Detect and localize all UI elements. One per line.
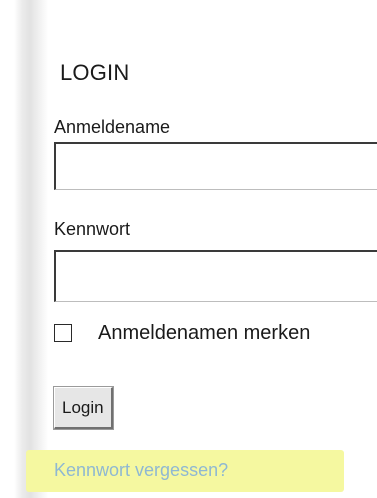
- username-input[interactable]: [54, 142, 377, 190]
- username-label: Anmeldename: [54, 117, 171, 137]
- remember-username-row[interactable]: Anmeldenamen merken: [54, 322, 377, 346]
- remember-username-checkbox[interactable]: [54, 324, 72, 342]
- password-label: Kennwort: [54, 219, 131, 239]
- password-input[interactable]: [54, 250, 377, 302]
- login-title: LOGIN: [60, 60, 130, 85]
- login-page: LOGIN Anmeldename Kennwort Anmeldenamen …: [0, 0, 377, 498]
- forgot-password-link[interactable]: Kennwort vergessen?: [54, 460, 228, 481]
- login-panel: LOGIN Anmeldename Kennwort Anmeldenamen …: [26, 0, 377, 498]
- remember-username-label: Anmeldenamen merken: [98, 322, 311, 344]
- sidebar-shadow: [0, 0, 48, 498]
- login-button[interactable]: Login: [54, 387, 113, 429]
